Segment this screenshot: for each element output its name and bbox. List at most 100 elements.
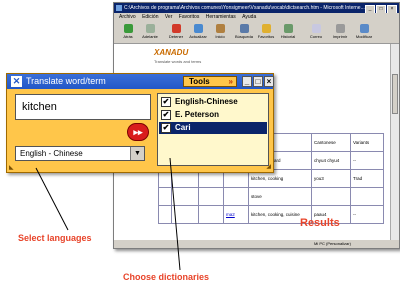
browser-statusbar: Mi PC (Personalizar) (114, 240, 399, 248)
widget-titlebar[interactable]: ✕ Translate word/term Tools » _ □ × (7, 74, 274, 89)
table-cell (171, 187, 199, 206)
table-row[interactable]: stove (158, 187, 384, 206)
mail-label: Correo (309, 34, 323, 39)
mail-button[interactable]: Correo (306, 24, 326, 42)
scrollbar-thumb[interactable] (392, 74, 398, 114)
table-cell (198, 187, 224, 206)
star-icon (261, 24, 271, 33)
table-cell (158, 205, 172, 224)
search-label: Búsqueda (234, 34, 253, 39)
xanadu-logo: XANADU (154, 48, 189, 57)
table-cell: -- (350, 205, 384, 224)
edit-button[interactable]: Modificar (354, 24, 374, 42)
maximize-button[interactable]: □ (253, 76, 263, 87)
browser-title: C:\Archivos de programa\Archivos comunes… (124, 5, 365, 11)
table-row[interactable]: ma2 kitchen, cooking, cuisine paau4 -- (158, 205, 384, 224)
results-callout: Results (300, 217, 340, 229)
dictionary-label: E. Peterson (175, 110, 220, 119)
dictionary-item-cari[interactable]: ✔ Cari (159, 122, 267, 134)
table-cell (171, 205, 199, 224)
tools-menu-button[interactable]: Tools » (183, 76, 237, 87)
resize-corner-icon[interactable]: ◣ (9, 164, 14, 171)
table-cell (223, 187, 249, 206)
browser-scrollbar[interactable] (390, 44, 399, 240)
browser-menubar: Archivo Edición Ver Favoritos Herramient… (114, 13, 399, 22)
table-cell (158, 187, 172, 206)
language-select-value: English - Chinese (20, 149, 83, 158)
dictionary-checkbox[interactable]: ✔ (161, 97, 171, 107)
back-label: Atrás (123, 34, 133, 39)
table-cell: chyu4 chyu4 (311, 151, 351, 170)
logo-subtitle: Translate words and terms (154, 59, 202, 64)
edit-icon (359, 24, 369, 33)
menu-edicion[interactable]: Edición (142, 14, 158, 20)
choose-dictionaries-callout: Choose dictionaries (123, 272, 210, 282)
table-cell: stove (248, 187, 312, 206)
widget-title: Translate word/term (26, 76, 106, 86)
search-icon (239, 24, 249, 33)
minimize-button[interactable]: _ (242, 76, 252, 87)
back-button[interactable]: Atrás (118, 24, 138, 42)
table-cell (198, 205, 224, 224)
print-label: Imprimir (332, 34, 348, 39)
print-button[interactable]: Imprimir (330, 24, 350, 42)
refresh-button[interactable]: Actualizar (188, 24, 208, 42)
refresh-icon (193, 24, 203, 33)
home-button[interactable]: Inicio (210, 24, 230, 42)
home-label: Inicio (215, 34, 225, 39)
resize-grip-icon[interactable]: ◢ (266, 163, 271, 170)
history-label: Historial (280, 34, 296, 39)
edit-label: Modificar (355, 34, 373, 39)
language-select[interactable]: English - Chinese ▼ (15, 146, 145, 161)
translate-widget: ✕ Translate word/term Tools » _ □ × kitc… (6, 73, 274, 173)
history-icon (283, 24, 293, 33)
menu-ver[interactable]: Ver (165, 14, 173, 20)
browser-toolbar: Atrás Adelante Detener Actualizar Inicio… (114, 22, 399, 44)
mail-icon (311, 24, 321, 33)
search-button[interactable]: Búsqueda (234, 24, 254, 42)
table-cell: you3 (311, 169, 351, 188)
stop-icon (171, 24, 181, 33)
dictionary-checkbox[interactable]: ✔ (161, 123, 171, 133)
back-arrow-icon (123, 24, 133, 33)
table-cell (311, 187, 351, 206)
table-cell: -- (350, 151, 384, 170)
double-chevron-down-icon: » (228, 77, 233, 86)
dictionary-list: ✔ English-Chinese ✔ E. Peterson ✔ Cari (157, 93, 269, 166)
dictionary-label: Cari (175, 123, 191, 132)
menu-archivo[interactable]: Archivo (119, 14, 136, 20)
refresh-label: Actualizar (189, 34, 207, 39)
dropdown-arrow-icon[interactable]: ▼ (130, 147, 144, 160)
menu-ayuda[interactable]: Ayuda (242, 14, 256, 20)
translate-go-button[interactable]: ▸▸ (127, 123, 149, 141)
forward-label: Adelante (142, 34, 158, 39)
favorites-label: Favoritos (257, 34, 275, 39)
table-cell: Trad (350, 169, 384, 188)
table-cell (350, 187, 384, 206)
translate-app-icon: ✕ (11, 76, 22, 87)
browser-titlebar: C:\Archivos de programa\Archivos comunes… (114, 3, 399, 14)
close-button[interactable]: × (264, 76, 274, 87)
table-cell[interactable]: ma2 (223, 205, 249, 224)
home-icon (215, 24, 225, 33)
forward-arrow-icon (145, 24, 155, 33)
select-languages-pointer-line (35, 167, 69, 231)
history-button[interactable]: Historial (278, 24, 298, 42)
dictionary-item-english-chinese[interactable]: ✔ English-Chinese (159, 96, 267, 108)
status-zone: Mi PC (Personalizar) (314, 241, 351, 246)
favorites-button[interactable]: Favoritos (256, 24, 276, 42)
dictionary-checkbox[interactable]: ✔ (161, 110, 171, 120)
forward-button[interactable]: Adelante (140, 24, 160, 42)
table-header-cell: Cantonese (311, 133, 351, 152)
menu-herramientas[interactable]: Herramientas (206, 14, 236, 20)
dictionary-label: English-Chinese (175, 97, 238, 106)
stop-label: Detener (168, 34, 184, 39)
ie-icon (116, 5, 122, 11)
dictionary-item-e-peterson[interactable]: ✔ E. Peterson (159, 109, 267, 121)
table-header-cell: Variants (350, 133, 384, 152)
printer-icon (335, 24, 345, 33)
search-term-input[interactable]: kitchen (15, 94, 151, 120)
select-languages-callout: Select languages (18, 233, 92, 243)
menu-favoritos[interactable]: Favoritos (179, 14, 200, 20)
stop-button[interactable]: Detener (166, 24, 186, 42)
